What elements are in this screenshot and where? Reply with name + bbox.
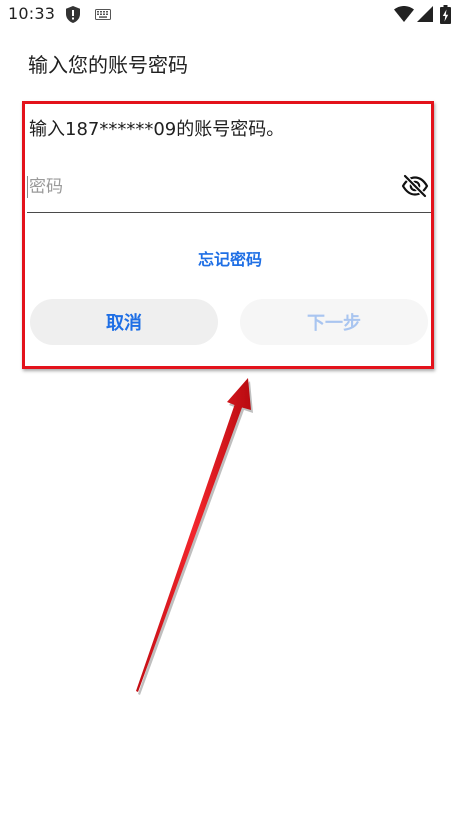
account-prompt: 输入187******09的账号密码。 <box>29 119 285 140</box>
password-input[interactable] <box>29 172 389 202</box>
page-title: 输入您的账号密码 <box>28 53 188 77</box>
next-button[interactable]: 下一步 <box>240 299 428 345</box>
text-cursor <box>27 176 28 198</box>
battery-charging-icon <box>440 5 451 24</box>
status-time: 10:33 <box>8 4 56 23</box>
cancel-button[interactable]: 取消 <box>30 299 218 345</box>
keyboard-icon <box>95 9 111 20</box>
status-bar: 10:33 <box>0 0 458 30</box>
eye-off-icon[interactable] <box>401 174 429 198</box>
cancel-button-label: 取消 <box>106 313 142 334</box>
forgot-password-link[interactable]: 忘记密码 <box>130 246 330 270</box>
wifi-icon <box>394 6 414 22</box>
annotation-arrow-body <box>136 378 251 692</box>
signal-icon <box>417 6 433 22</box>
next-button-label: 下一步 <box>307 313 361 334</box>
annotation-arrow-shadow <box>138 381 253 695</box>
password-underline <box>27 212 431 213</box>
shield-icon <box>66 6 80 23</box>
